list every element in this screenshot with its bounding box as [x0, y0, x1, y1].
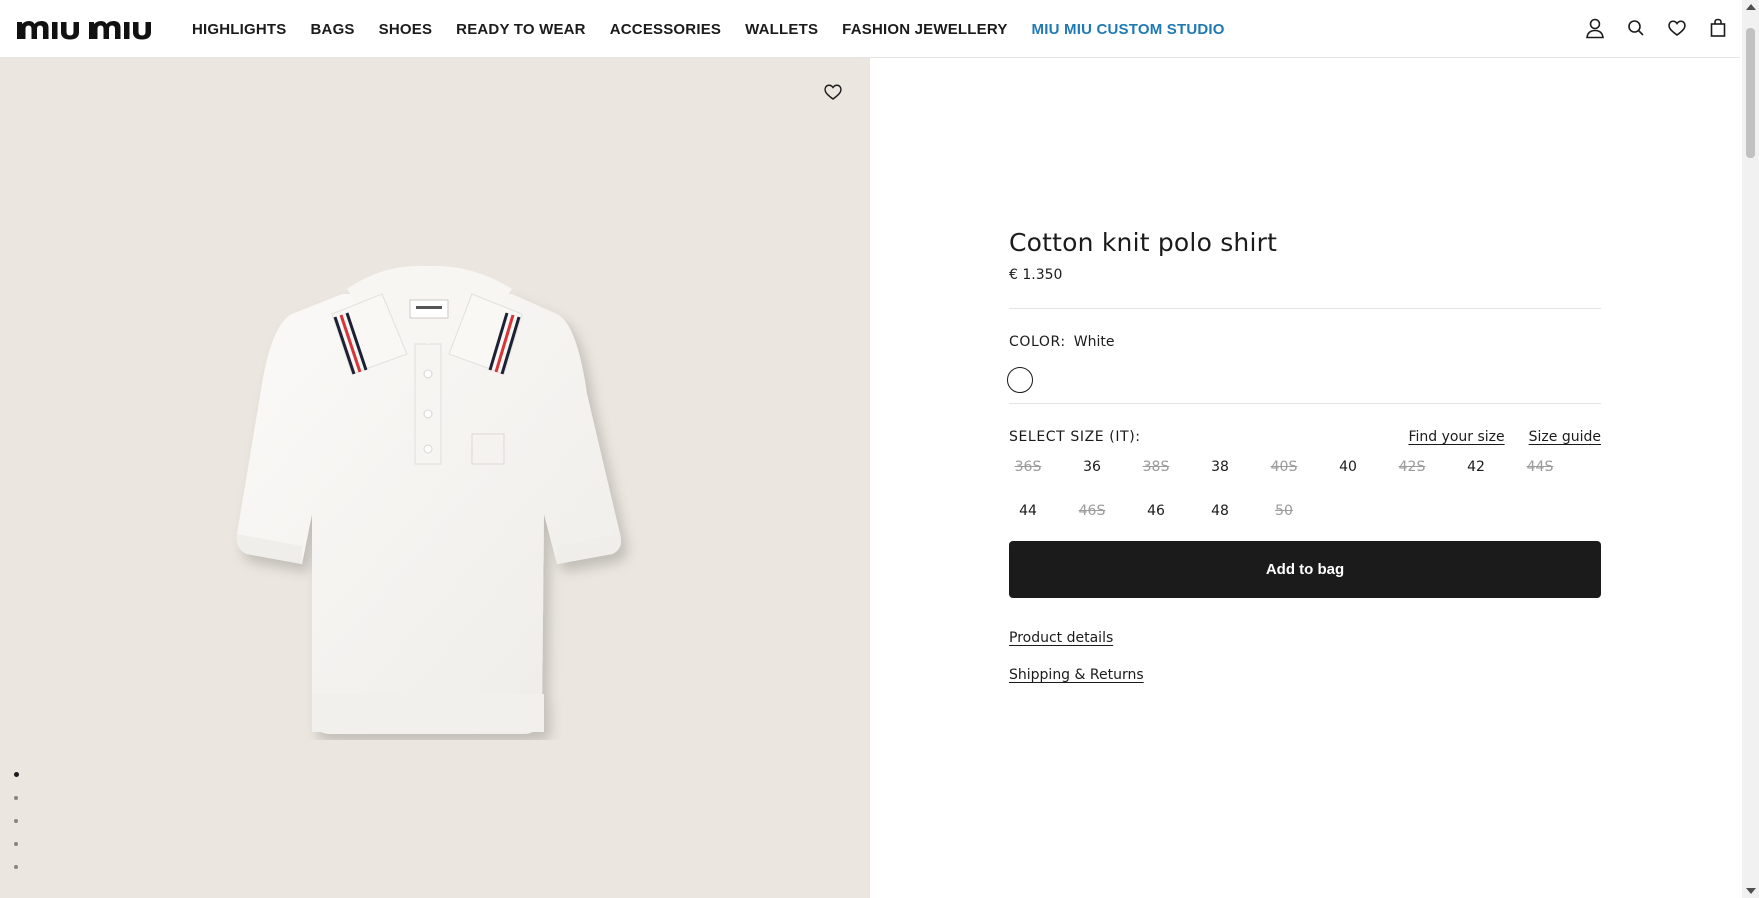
- size-option: 42S: [1398, 459, 1426, 475]
- nav-fashion-jewellery[interactable]: FASHION JEWELLERY: [842, 21, 1007, 38]
- gallery-dot[interactable]: [14, 842, 18, 846]
- size-option: 44S: [1526, 459, 1554, 475]
- size-option[interactable]: 48: [1201, 500, 1239, 522]
- site-header: HIGHLIGHTS BAGS SHOES READY TO WEAR ACCE…: [0, 0, 1740, 58]
- size-option[interactable]: 40: [1329, 456, 1367, 478]
- size-option: 36S: [1014, 459, 1042, 475]
- header-actions: [1585, 17, 1728, 39]
- color-swatch-white[interactable]: [1007, 367, 1033, 393]
- gallery-dot[interactable]: [14, 796, 18, 800]
- color-row: COLOR: White: [1009, 334, 1601, 350]
- add-to-bag-button[interactable]: Add to bag: [1009, 541, 1601, 598]
- wishlist-icon[interactable]: [1667, 17, 1687, 39]
- miu-miu-logo[interactable]: [17, 15, 167, 41]
- color-label: COLOR:: [1009, 334, 1066, 350]
- gallery-dot[interactable]: [14, 772, 19, 777]
- divider: [1009, 308, 1601, 309]
- account-icon[interactable]: [1585, 17, 1605, 39]
- product-price: € 1.350: [1009, 267, 1063, 283]
- polo-shirt-image: [236, 265, 621, 734]
- logo-wordmark: [17, 21, 151, 40]
- color-value: White: [1073, 334, 1115, 350]
- nav-bags[interactable]: BAGS: [311, 21, 355, 38]
- search-icon[interactable]: [1626, 17, 1646, 39]
- bag-icon[interactable]: [1708, 17, 1728, 39]
- add-to-wishlist-icon[interactable]: [823, 82, 843, 102]
- scroll-up-arrow[interactable]: [1746, 4, 1756, 10]
- shipping-returns-link[interactable]: Shipping & Returns: [1009, 667, 1601, 683]
- main-nav: HIGHLIGHTS BAGS SHOES READY TO WEAR ACCE…: [192, 0, 1225, 58]
- find-your-size-link[interactable]: Find your size: [1408, 429, 1504, 445]
- scroll-down-arrow[interactable]: [1746, 888, 1756, 894]
- size-option: 40S: [1270, 459, 1298, 475]
- size-option[interactable]: 36: [1073, 456, 1111, 478]
- size-option: 46S: [1078, 503, 1106, 519]
- product-links: Product details Shipping & Returns: [1009, 630, 1601, 683]
- nav-accessories[interactable]: ACCESSORIES: [610, 21, 721, 38]
- size-option[interactable]: 38: [1201, 456, 1239, 478]
- gallery-pagination: [14, 772, 19, 869]
- size-guide-link[interactable]: Size guide: [1529, 429, 1601, 445]
- nav-wallets[interactable]: WALLETS: [745, 21, 818, 38]
- gallery-dot[interactable]: [14, 819, 18, 823]
- product-title: Cotton knit polo shirt: [1009, 228, 1278, 257]
- size-option: 38S: [1142, 459, 1170, 475]
- scroll-thumb[interactable]: [1746, 28, 1755, 158]
- size-option: 50: [1275, 503, 1293, 519]
- size-label: SELECT SIZE (IT):: [1009, 429, 1141, 445]
- size-header: SELECT SIZE (IT): Find your size Size gu…: [1009, 429, 1601, 445]
- size-selector: 36S 36 38S 38 40S 40 42S 42 44S 44 46S 46 48 50: [1009, 456, 1601, 522]
- nav-shoes[interactable]: SHOES: [379, 21, 433, 38]
- size-option[interactable]: 46: [1137, 500, 1175, 522]
- divider: [1009, 403, 1601, 404]
- page-scrollbar[interactable]: [1742, 0, 1759, 898]
- product-details-link[interactable]: Product details: [1009, 630, 1601, 646]
- size-option[interactable]: 42: [1457, 456, 1495, 478]
- nav-ready-to-wear[interactable]: READY TO WEAR: [456, 21, 586, 38]
- nav-highlights[interactable]: HIGHLIGHTS: [192, 21, 287, 38]
- nav-custom-studio[interactable]: MIU MIU CUSTOM STUDIO: [1032, 21, 1225, 38]
- product-info: Cotton knit polo shirt € 1.350 COLOR: Wh…: [1007, 228, 1601, 704]
- size-option[interactable]: 44: [1009, 500, 1047, 522]
- product-image-gallery[interactable]: [0, 58, 870, 898]
- gallery-dot[interactable]: [14, 865, 18, 869]
